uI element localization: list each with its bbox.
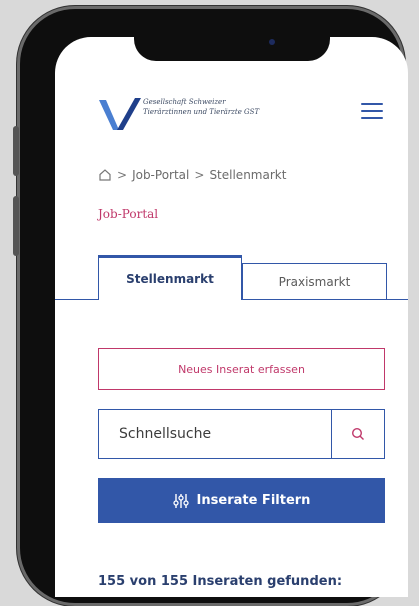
home-icon[interactable] [98, 168, 112, 182]
search-icon [351, 427, 364, 440]
org-name: Gesellschaft Schweizer Tierärztinnen und… [143, 97, 313, 117]
phone-frame: Gesellschaft Schweizer Tierärztinnen und… [13, 6, 408, 606]
tab-praxismarkt[interactable]: Praxismarkt [242, 263, 387, 299]
breadcrumb-item-job-portal[interactable]: Job-Portal [132, 168, 189, 182]
search-input[interactable] [99, 410, 331, 458]
filter-listings-button[interactable]: Inserate Filtern [98, 478, 385, 523]
search-button[interactable] [331, 410, 384, 458]
gst-v-logo[interactable] [97, 92, 143, 138]
org-name-line1: Gesellschaft Schweizer [143, 98, 226, 106]
filter-label: Inserate Filtern [196, 493, 311, 508]
filter-sliders-icon [172, 493, 189, 508]
breadcrumb-separator: > [117, 168, 128, 182]
breadcrumb: > Job-Portal > Stellenmarkt [98, 168, 286, 182]
phone-side-button [13, 196, 19, 256]
camera-icon [269, 39, 275, 45]
page-title: Job-Portal [98, 207, 159, 221]
breadcrumb-item-stellenmarkt[interactable]: Stellenmarkt [209, 168, 286, 182]
app-screen: Gesellschaft Schweizer Tierärztinnen und… [55, 37, 408, 597]
results-count: 155 von 155 Inseraten gefunden: [98, 574, 343, 589]
phone-notch [134, 31, 330, 61]
org-name-line2: Tierärztinnen und Tierärzte GST [143, 108, 260, 116]
tab-stellenmarkt[interactable]: Stellenmarkt [98, 255, 242, 300]
phone-side-button [13, 126, 19, 176]
quick-search [98, 409, 385, 459]
hamburger-menu-icon[interactable] [361, 103, 383, 119]
breadcrumb-separator: > [194, 168, 205, 182]
new-listing-button[interactable]: Neues Inserat erfassen [98, 348, 385, 390]
